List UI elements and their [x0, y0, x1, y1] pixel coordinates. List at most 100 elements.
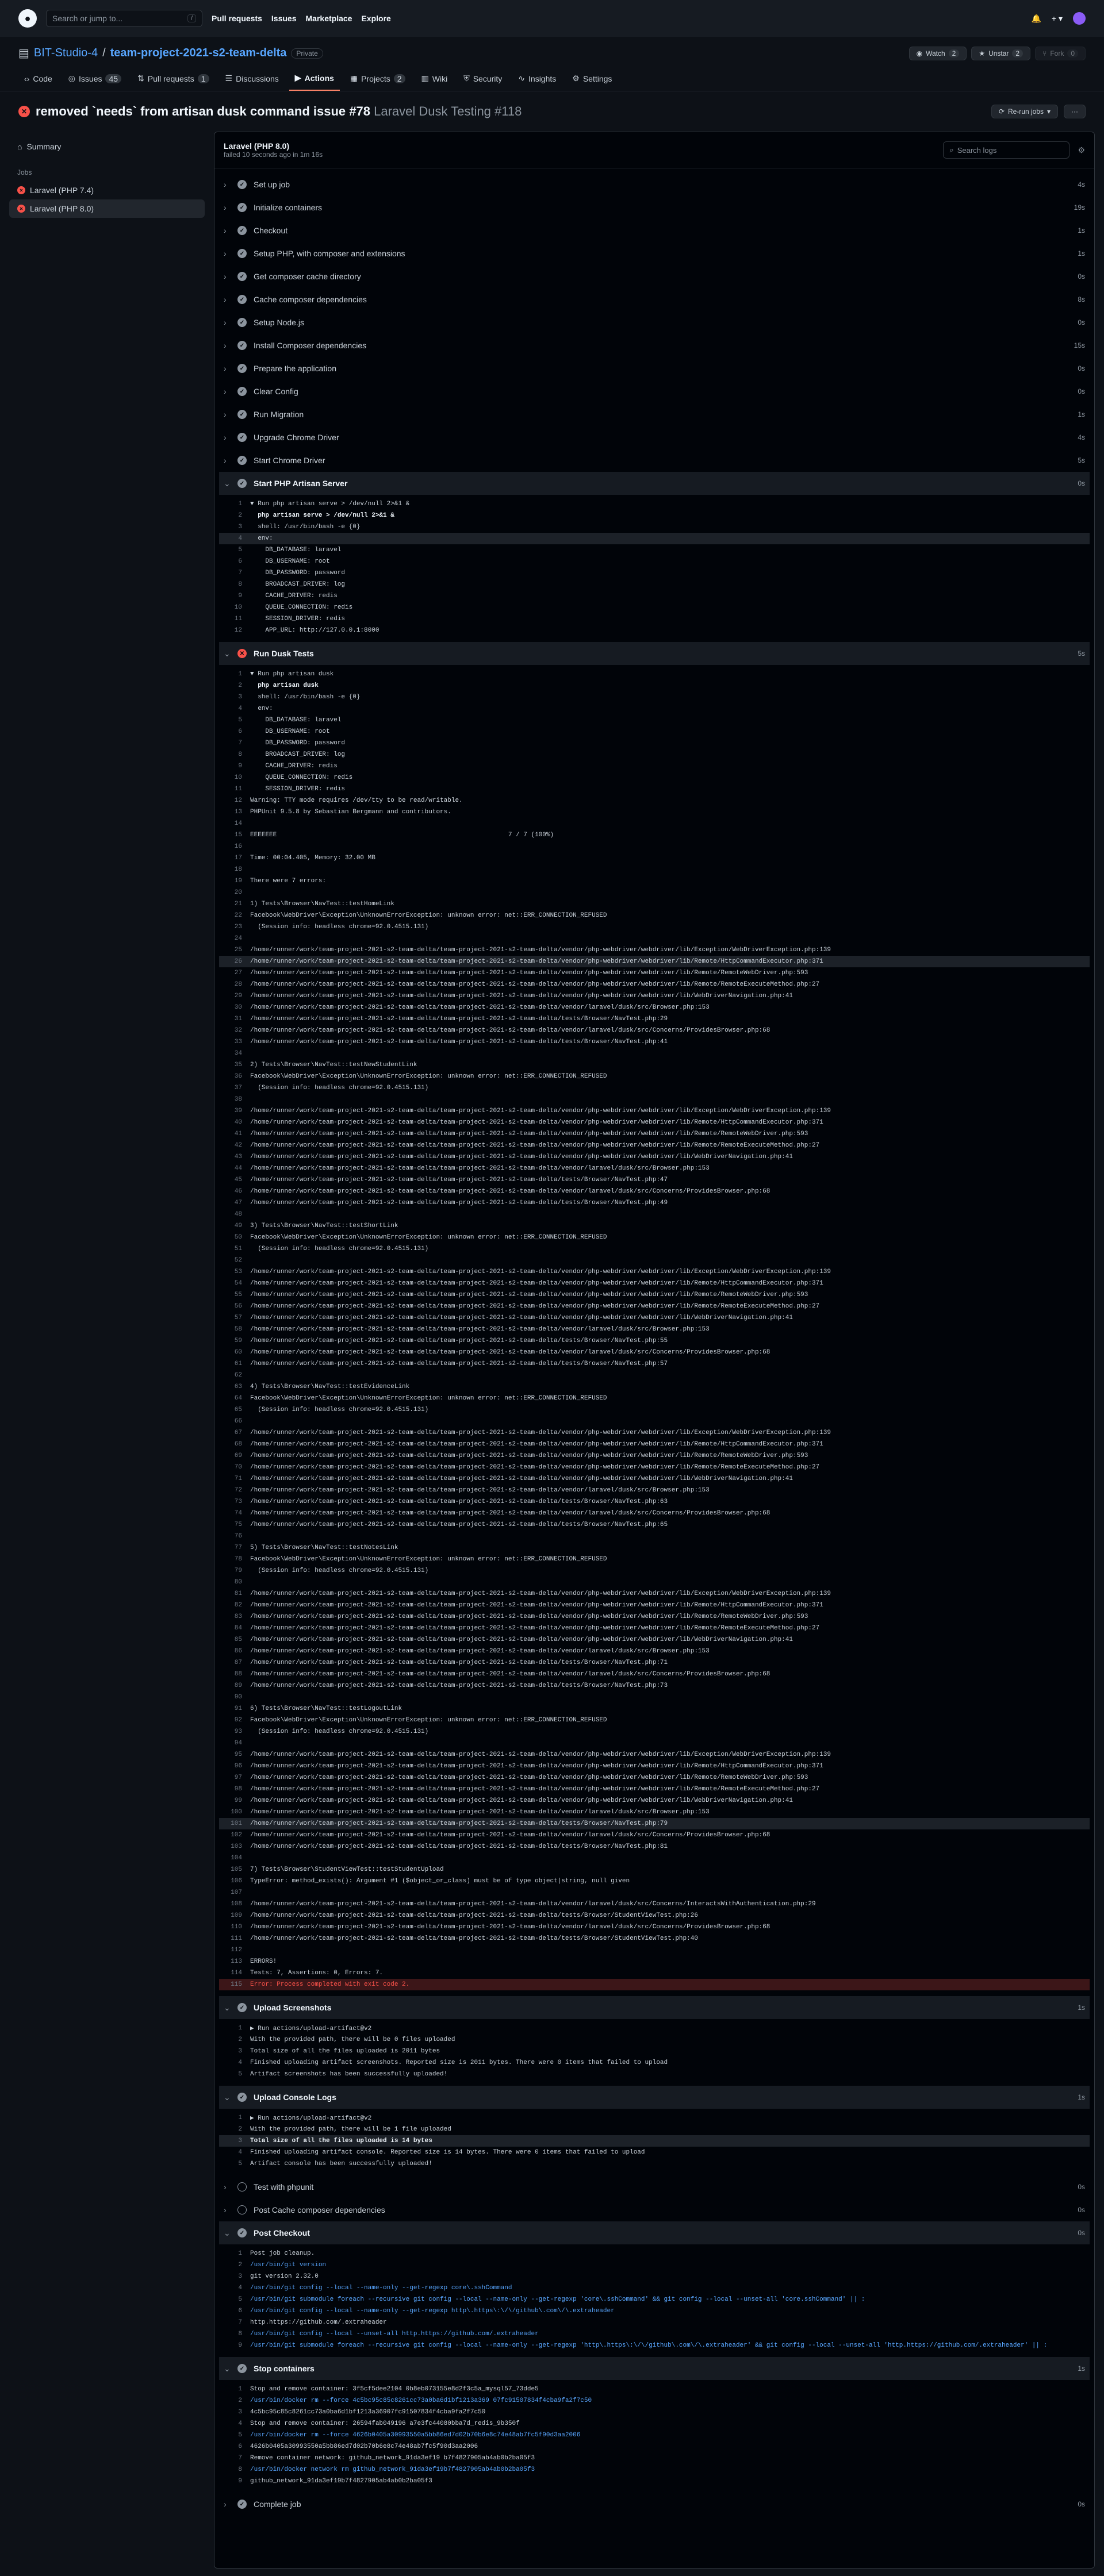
gear-icon[interactable]: ⚙: [1078, 145, 1085, 155]
tab-discussions[interactable]: ☰ Discussions: [220, 68, 285, 91]
line-number: 72: [234, 1487, 242, 1494]
job-step[interactable]: › ✓ Setup Node.js 0s: [219, 311, 1090, 334]
step-duration: 1s: [1078, 226, 1085, 234]
line-number: 87: [234, 1659, 242, 1666]
job-step[interactable]: › ✓ Install Composer dependencies 15s: [219, 334, 1090, 357]
line-text: /home/runner/work/team-project-2021-s2-t…: [250, 1625, 820, 1632]
tab-issues[interactable]: ◎ Issues 45: [63, 68, 127, 91]
line-text: Tests: 7, Assertions: 0, Errors: 7.: [250, 1970, 384, 1977]
top-nav-link[interactable]: Issues: [271, 14, 297, 23]
log-search-input[interactable]: ⌕ Search logs: [943, 141, 1070, 159]
plus-icon[interactable]: + ▾: [1052, 14, 1063, 24]
rerun-label: Re-run jobs: [1007, 107, 1044, 116]
line-number: 43: [234, 1154, 242, 1160]
log-line: 4 Finished uploading artifact screenshots…: [219, 2057, 1090, 2069]
more-button[interactable]: ···: [1064, 105, 1086, 118]
line-text: (Session info: headless chrome=92.0.4515…: [250, 1567, 429, 1574]
tab-label: Settings: [582, 74, 612, 83]
search-input[interactable]: Search or jump to... /: [46, 10, 202, 27]
job-link-php74[interactable]: ✕ Laravel (PHP 7.4): [9, 181, 205, 199]
job-step[interactable]: › ✓ Checkout 1s: [219, 219, 1090, 242]
log-line: 64 Facebook\WebDriver\Exception\UnknownEr…: [219, 1393, 1090, 1404]
line-number: 97: [234, 1774, 242, 1781]
job-step[interactable]: › ✓ Complete job 0s: [219, 2493, 1090, 2516]
unstar-button[interactable]: ★ Unstar 2: [971, 46, 1031, 60]
log-line: 56/home/runner/work/team-project-2021-s2…: [219, 1301, 1090, 1312]
top-nav-link[interactable]: Pull requests: [212, 14, 262, 23]
job-step[interactable]: › ✓ Cache composer dependencies 8s: [219, 288, 1090, 311]
job-step[interactable]: ⌄ ✓ Post Checkout 0s: [219, 2221, 1090, 2244]
log-line: 83/home/runner/work/team-project-2021-s2…: [219, 1611, 1090, 1623]
tab-settings[interactable]: ⚙ Settings: [566, 68, 618, 91]
job-step[interactable]: › ✓ Upgrade Chrome Driver 4s: [219, 426, 1090, 449]
step-duration: 0s: [1078, 2500, 1085, 2508]
tab-actions[interactable]: ▶ Actions: [289, 68, 340, 91]
log-line: 5 DB_DATABASE: laravel: [219, 544, 1090, 556]
log-line: 12 APP_URL: http://127.0.0.1:8000: [219, 625, 1090, 636]
tab-label: Issues: [79, 74, 102, 83]
job-step[interactable]: › ✓ Setup PHP, with composer and extension…: [219, 242, 1090, 265]
job-step[interactable]: › ✓ Get composer cache directory 0s: [219, 265, 1090, 288]
job-step[interactable]: › ✓ Initialize containers 19s: [219, 196, 1090, 219]
tab-wiki[interactable]: ▥ Wiki: [416, 68, 454, 91]
job-step[interactable]: › ✓ Clear Config 0s: [219, 380, 1090, 403]
job-step[interactable]: ⌄ ✓ Upload Screenshots 1s: [219, 1996, 1090, 2019]
log-line: 2/usr/bin/docker rm --force 4c5bc95c85c8…: [219, 2395, 1090, 2406]
step-duration: 4s: [1078, 180, 1085, 189]
log-line: 91 6) Tests\Browser\NavTest::testLogoutLi…: [219, 1703, 1090, 1714]
summary-link[interactable]: ⌂ Summary: [9, 137, 205, 156]
log-line: 33/home/runner/work/team-project-2021-s2…: [219, 1036, 1090, 1048]
line-text: (Session info: headless chrome=92.0.4515…: [250, 1406, 429, 1413]
line-number: 28: [234, 981, 242, 988]
line-text: Artifact screenshots has been successful…: [250, 2071, 448, 2078]
tab-projects[interactable]: ▦ Projects 2: [344, 68, 411, 91]
line-number: 15: [234, 832, 242, 839]
job-link-php80[interactable]: ✕ Laravel (PHP 8.0): [9, 199, 205, 218]
watch-button[interactable]: ◉ Watch 2: [908, 46, 967, 60]
line-number: 80: [234, 1579, 242, 1586]
log-line: 92 Facebook\WebDriver\Exception\UnknownEr…: [219, 1714, 1090, 1726]
job-step[interactable]: › ✓ Set up job 4s: [219, 173, 1090, 196]
star-icon: ★: [979, 49, 986, 57]
tab-security[interactable]: ⛨ Security: [458, 68, 508, 91]
job-step[interactable]: › ✓ Start Chrome Driver 5s: [219, 449, 1090, 472]
job-step[interactable]: ⌄ ✕ Run Dusk Tests 5s: [219, 642, 1090, 665]
line-number: 86: [234, 1648, 242, 1655]
top-nav-link[interactable]: Marketplace: [306, 14, 352, 23]
job-step[interactable]: ⌄ ✓ Upload Console Logs 1s: [219, 2086, 1090, 2109]
log-line: 4 env:: [219, 533, 1090, 544]
tab-code[interactable]: ‹› Code: [18, 68, 58, 91]
job-step[interactable]: › Post Cache composer dependencies 0s: [219, 2198, 1090, 2221]
line-text: /home/runner/work/team-project-2021-s2-t…: [250, 1498, 668, 1505]
log-line: 112: [219, 1944, 1090, 1956]
repo-owner-link[interactable]: BIT-Studio-4: [34, 47, 98, 60]
job-step[interactable]: › ✓ Run Migration 1s: [219, 403, 1090, 426]
log-line: 8/usr/bin/git config --local --unset-all…: [219, 2328, 1090, 2340]
top-nav-link[interactable]: Explore: [361, 14, 390, 23]
line-text: Stop and remove container: 26594fab04919…: [250, 2420, 520, 2427]
line-text: Total size of all the files uploaded is …: [250, 2137, 432, 2144]
repo-name-link[interactable]: team-project-2021-s2-team-delta: [110, 47, 287, 60]
line-text: /usr/bin/git config --local --unset-all …: [250, 2331, 539, 2337]
job-step[interactable]: › Test with phpunit 0s: [219, 2175, 1090, 2198]
tab-insights[interactable]: ∿ Insights: [512, 68, 562, 91]
line-text: /home/runner/work/team-project-2021-s2-t…: [250, 1441, 823, 1448]
tab-pull-requests[interactable]: ⇅ Pull requests 1: [132, 68, 214, 91]
line-number: 113: [231, 1958, 242, 1965]
line-number: 79: [234, 1567, 242, 1574]
job-step[interactable]: ⌄ ✓ Start PHP Artisan Server 0s: [219, 472, 1090, 495]
github-logo-icon[interactable]: ●: [18, 9, 37, 28]
line-number: 95: [234, 1751, 242, 1758]
line-number: 47: [234, 1199, 242, 1206]
line-text: SESSION_DRIVER: redis: [250, 616, 346, 622]
rerun-button[interactable]: ⟳ Re-run jobs ▾: [991, 105, 1058, 118]
line-number: 115: [231, 1981, 242, 1988]
line-text: /home/runner/work/team-project-2021-s2-t…: [250, 1314, 793, 1321]
bell-icon[interactable]: 🔔: [1031, 14, 1041, 24]
log-line: 69/home/runner/work/team-project-2021-s2…: [219, 1450, 1090, 1462]
line-text: shell: /usr/bin/bash -e {0}: [250, 694, 361, 701]
avatar[interactable]: [1073, 12, 1086, 25]
job-step[interactable]: › ✓ Prepare the application 0s: [219, 357, 1090, 380]
fork-button[interactable]: ⑂ Fork 0: [1035, 46, 1086, 60]
job-step[interactable]: ⌄ ✓ Stop containers 1s: [219, 2357, 1090, 2380]
